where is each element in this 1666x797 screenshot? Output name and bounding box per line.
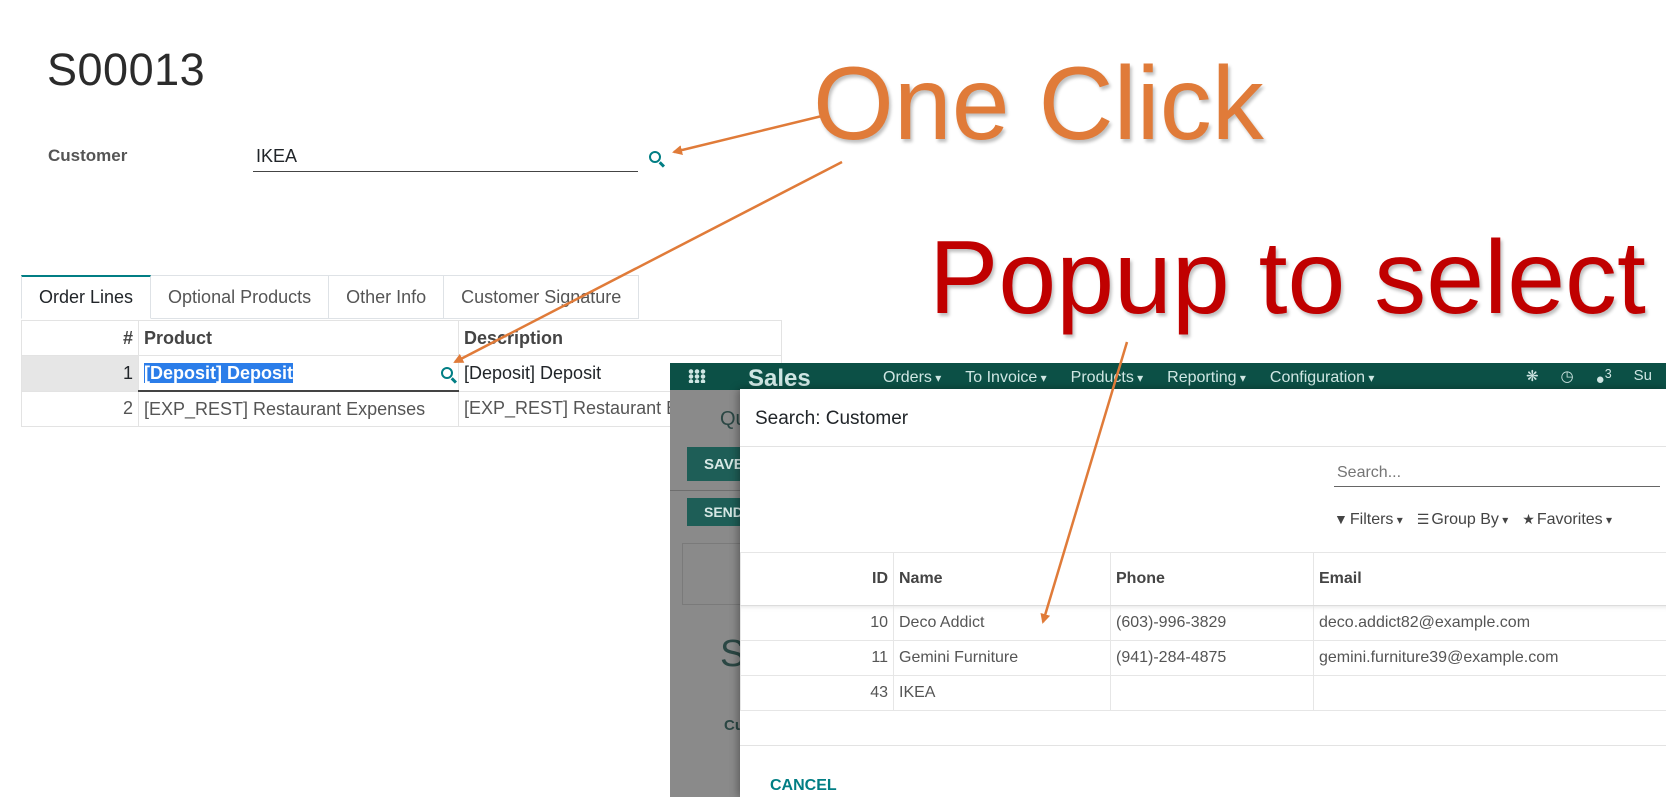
annotation-arrows xyxy=(453,114,1129,624)
arrow-to-customer-search xyxy=(672,114,823,155)
arrow-to-customer-list xyxy=(1040,341,1129,624)
arrow-to-product-search xyxy=(453,160,843,364)
